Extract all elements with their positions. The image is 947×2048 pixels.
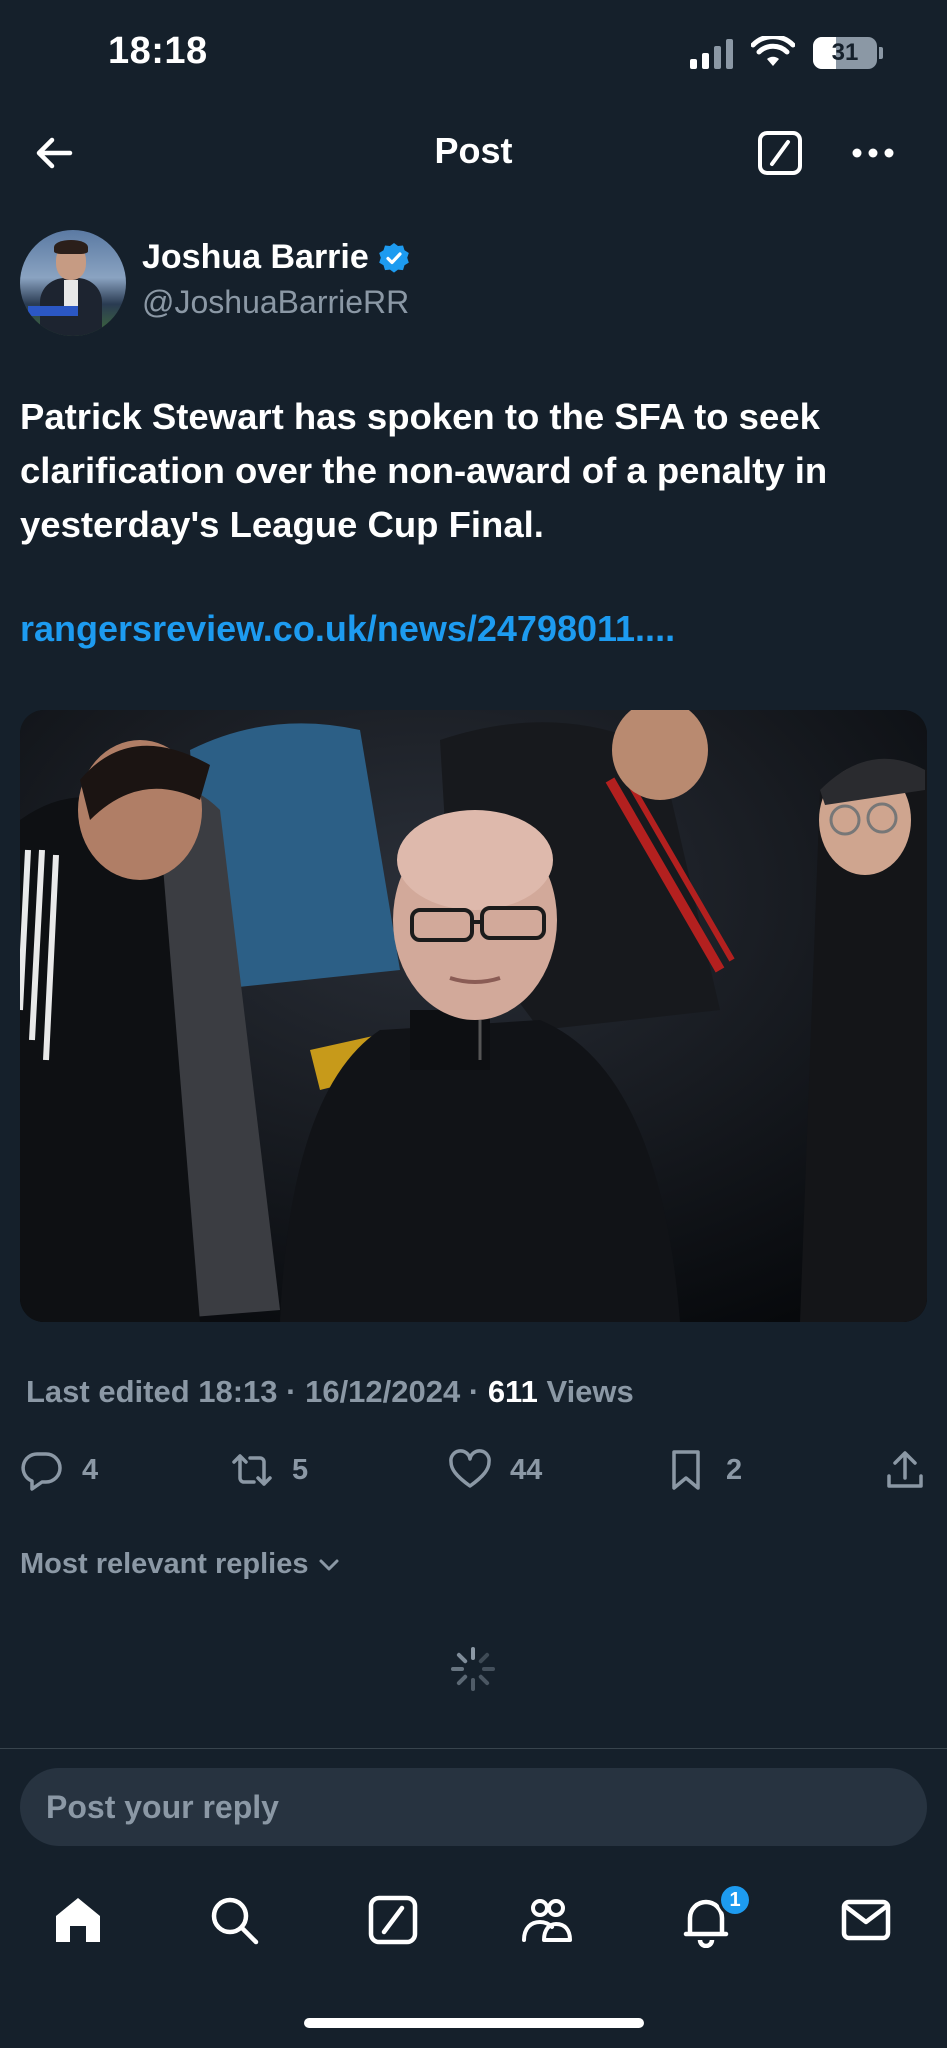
grok-icon[interactable] bbox=[365, 1892, 421, 1948]
edited-timestamp[interactable]: Last edited 18:13 · 16/12/2024 · bbox=[26, 1374, 479, 1409]
repost-button[interactable]: 5 bbox=[230, 1448, 308, 1492]
tweet-text: Patrick Stewart has spoken to the SFA to… bbox=[20, 396, 828, 545]
bookmark-icon bbox=[672, 1450, 700, 1490]
action-bar: 4 5 44 2 bbox=[20, 1448, 927, 1498]
replies-sort-dropdown[interactable]: Most relevant replies bbox=[20, 1548, 343, 1581]
photo-illustration bbox=[20, 710, 927, 1322]
battery-level: 31 bbox=[831, 39, 859, 66]
wifi-icon bbox=[751, 36, 795, 66]
divider bbox=[0, 1748, 947, 1749]
app-screen: 18:18 31 Post Joshua Barrie @JoshuaBarri… bbox=[0, 0, 947, 2048]
chevron-down-icon bbox=[319, 1559, 338, 1570]
signal-icon bbox=[690, 37, 733, 69]
communities-icon[interactable] bbox=[520, 1892, 576, 1948]
replies-sort-label: Most relevant replies bbox=[20, 1548, 309, 1580]
repost-count: 5 bbox=[292, 1453, 309, 1486]
views-count: 611 bbox=[487, 1374, 538, 1409]
reply-icon bbox=[21, 1452, 62, 1491]
page-title: Post bbox=[434, 130, 513, 171]
battery-icon: 31 bbox=[813, 37, 883, 69]
like-icon bbox=[449, 1449, 491, 1488]
tweet-link[interactable]: rangersreview.co.uk/news/24798011.... bbox=[20, 608, 675, 650]
share-button[interactable] bbox=[883, 1448, 927, 1492]
author-name[interactable]: Joshua Barrie bbox=[142, 238, 369, 277]
reply-count: 4 bbox=[82, 1453, 99, 1486]
views-label: Views bbox=[546, 1374, 634, 1409]
home-icon[interactable] bbox=[50, 1892, 106, 1948]
status-time: 18:18 bbox=[108, 30, 208, 72]
author-handle[interactable]: @JoshuaBarrieRR bbox=[142, 284, 409, 321]
reply-input[interactable] bbox=[46, 1788, 927, 1826]
share-icon bbox=[887, 1451, 923, 1488]
search-icon[interactable] bbox=[206, 1892, 262, 1948]
repost-icon bbox=[232, 1454, 272, 1486]
notification-badge: 1 bbox=[718, 1883, 752, 1917]
status-indicators: 31 bbox=[690, 36, 883, 70]
tweet-photo[interactable] bbox=[20, 710, 927, 1322]
home-indicator bbox=[304, 2018, 644, 2028]
bookmark-button[interactable]: 2 bbox=[664, 1448, 742, 1492]
compose-icon[interactable] bbox=[757, 130, 803, 176]
loading-spinner-icon bbox=[451, 1647, 495, 1691]
post-meta: Last edited 18:13 · 16/12/2024 · 611 Vie… bbox=[26, 1374, 634, 1410]
like-count: 44 bbox=[510, 1453, 543, 1486]
like-button[interactable]: 44 bbox=[448, 1448, 542, 1492]
mail-icon[interactable] bbox=[838, 1892, 894, 1948]
avatar[interactable] bbox=[20, 230, 126, 336]
author-name-row[interactable]: Joshua Barrie bbox=[142, 238, 411, 277]
verified-icon bbox=[378, 242, 409, 273]
more-icon[interactable] bbox=[849, 130, 897, 176]
reply-button[interactable]: 4 bbox=[20, 1448, 98, 1492]
bookmark-count: 2 bbox=[726, 1453, 743, 1486]
reply-composer[interactable] bbox=[20, 1768, 927, 1846]
